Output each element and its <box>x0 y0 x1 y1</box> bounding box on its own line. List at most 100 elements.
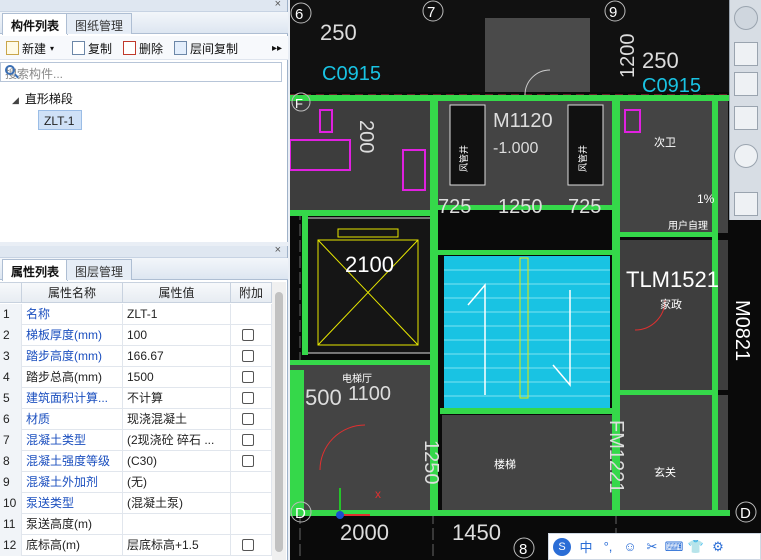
more-tools-button[interactable]: ▸▸ <box>272 39 282 57</box>
tab-layer-management[interactable]: 图层管理 <box>66 259 133 280</box>
row-number: 7 <box>0 430 22 451</box>
row-number: 6 <box>0 409 22 430</box>
ime-logo-icon[interactable]: S <box>553 537 571 556</box>
component-toolbar: 新建 ▾ 复制 删除 层间复制 ▸▸ <box>0 36 288 60</box>
property-value[interactable]: (混凝土泵) <box>123 493 231 514</box>
search-icon[interactable] <box>5 65 15 75</box>
property-row[interactable]: 5 建筑面积计算... 不计算 <box>0 388 272 409</box>
property-row[interactable]: 8 混凝土强度等级 (C30) <box>0 451 272 472</box>
property-row[interactable]: 2 梯板厚度(mm) 100 <box>0 325 272 346</box>
property-extra-cell <box>231 514 272 535</box>
property-name: 梯板厚度(mm) <box>22 325 123 346</box>
tab-component-list[interactable]: 构件列表 <box>2 13 69 35</box>
ime-keyboard-icon[interactable]: ⌨ <box>663 539 685 555</box>
floor-copy-icon <box>174 41 187 55</box>
copy-button[interactable]: 复制 <box>72 39 112 57</box>
tree-node-straight-stair[interactable]: ◢ 直形梯段 <box>12 90 73 107</box>
extra-checkbox[interactable] <box>242 455 254 467</box>
extra-checkbox[interactable] <box>242 329 254 341</box>
property-value[interactable]: 166.67 <box>123 346 231 367</box>
property-row[interactable]: 4 踏步总高(mm) 1500 <box>0 367 272 388</box>
property-value[interactable]: 层底标高+1.5 <box>123 535 231 556</box>
property-value[interactable]: (C30) <box>123 451 231 472</box>
property-row[interactable]: 10 泵送类型 (混凝土泵) <box>0 493 272 514</box>
row-number: 10 <box>0 493 22 514</box>
scrollbar-thumb[interactable] <box>275 292 283 552</box>
grid-header-number <box>0 283 22 303</box>
grid-header-extra: 附加 <box>231 283 272 303</box>
window-c0915: C0915 <box>322 63 381 85</box>
property-name: 混凝土类型 <box>22 430 123 451</box>
view-list-icon[interactable] <box>734 192 758 216</box>
dim-1250: 1250 <box>498 196 543 218</box>
property-value[interactable]: (无) <box>123 472 231 493</box>
property-row[interactable]: 3 踏步高度(mm) 166.67 <box>0 346 272 367</box>
tree-node-zlt-1[interactable]: ZLT-1 <box>38 110 82 130</box>
delete-button[interactable]: 删除 <box>123 39 163 57</box>
close-icon[interactable]: × <box>275 244 281 256</box>
tab-property-list[interactable]: 属性列表 <box>2 259 69 281</box>
cad-viewport[interactable]: 6 7 9 6 F D D 8 250 C0915 250 C0915 1200… <box>290 0 761 560</box>
ime-emoji-icon[interactable]: ☺ <box>619 539 641 554</box>
ime-punctuation-icon[interactable]: °, <box>597 539 619 554</box>
property-extra-cell <box>231 472 272 493</box>
property-value[interactable]: 现浇混凝土 <box>123 409 231 430</box>
ime-settings-icon[interactable]: ⚙ <box>707 539 729 555</box>
row-number: 5 <box>0 388 22 409</box>
property-name: 名称 <box>22 304 123 325</box>
property-value[interactable] <box>123 514 231 535</box>
property-value[interactable]: (2现浇砼 碎石 ... <box>123 430 231 451</box>
new-button[interactable]: 新建 ▾ <box>6 39 54 57</box>
axis-label-d: D <box>295 505 306 522</box>
axis-label-6: 6 <box>295 6 303 23</box>
extra-checkbox[interactable] <box>242 392 254 404</box>
property-extra-cell <box>231 325 272 346</box>
ime-scissors-icon[interactable]: ✂ <box>641 539 663 555</box>
row-number: 2 <box>0 325 22 346</box>
view-box-icon[interactable] <box>734 106 758 130</box>
property-value[interactable]: 1500 <box>123 367 231 388</box>
property-extra-cell <box>231 451 272 472</box>
view-3d-icon[interactable] <box>734 42 758 66</box>
property-value[interactable]: ZLT-1 <box>123 304 231 325</box>
property-value[interactable]: 不计算 <box>123 388 231 409</box>
dim-250-right: 250 <box>642 48 679 73</box>
dim-1250-vertical: 1250 <box>420 440 442 485</box>
level-minus-1000: -1.000 <box>493 140 538 157</box>
view-top-icon[interactable] <box>734 72 758 96</box>
dim-1450: 1450 <box>452 520 501 545</box>
orbit-globe-icon[interactable] <box>734 6 758 30</box>
ime-chinese-toggle[interactable]: 中 <box>575 537 597 556</box>
floor-plan-drawing[interactable]: 6 7 9 6 F D D 8 250 C0915 250 C0915 1200… <box>290 0 761 560</box>
property-extra-cell <box>231 304 272 325</box>
property-name: 踏步高度(mm) <box>22 346 123 367</box>
extra-checkbox[interactable] <box>242 350 254 362</box>
close-icon[interactable]: × <box>275 0 281 10</box>
property-row[interactable]: 12 底标高(m) 层底标高+1.5 <box>0 535 272 556</box>
extra-checkbox[interactable] <box>242 371 254 383</box>
tab-drawing-management[interactable]: 图纸管理 <box>66 13 133 34</box>
property-scrollbar[interactable] <box>272 282 286 560</box>
property-row[interactable]: 7 混凝土类型 (2现浇砼 碎石 ... <box>0 430 272 451</box>
extra-checkbox[interactable] <box>242 539 254 551</box>
ime-skin-icon[interactable]: 👕 <box>685 539 707 555</box>
extra-checkbox[interactable] <box>242 434 254 446</box>
rotate-icon[interactable] <box>734 144 758 168</box>
property-value[interactable]: 100 <box>123 325 231 346</box>
search-input[interactable]: 搜索构件... <box>0 62 282 82</box>
property-row[interactable]: 11 泵送高度(m) <box>0 514 272 535</box>
property-row[interactable]: 9 混凝土外加剂 (无) <box>0 472 272 493</box>
label-air-well-right: 风管井 <box>577 145 588 172</box>
property-extra-cell <box>231 409 272 430</box>
extra-checkbox[interactable] <box>242 413 254 425</box>
row-number: 8 <box>0 451 22 472</box>
collapse-arrow-icon[interactable]: ◢ <box>12 95 19 106</box>
property-row[interactable]: 1 名称 ZLT-1 <box>0 304 272 325</box>
property-row[interactable]: 6 材质 现浇混凝土 <box>0 409 272 430</box>
axis-label-d-right: D <box>740 505 751 522</box>
row-number: 11 <box>0 514 22 535</box>
floor-copy-button[interactable]: 层间复制 <box>174 39 238 57</box>
dim-725-left: 725 <box>438 196 471 218</box>
copy-label: 复制 <box>88 41 113 56</box>
panel-title-strip: × <box>0 0 287 12</box>
